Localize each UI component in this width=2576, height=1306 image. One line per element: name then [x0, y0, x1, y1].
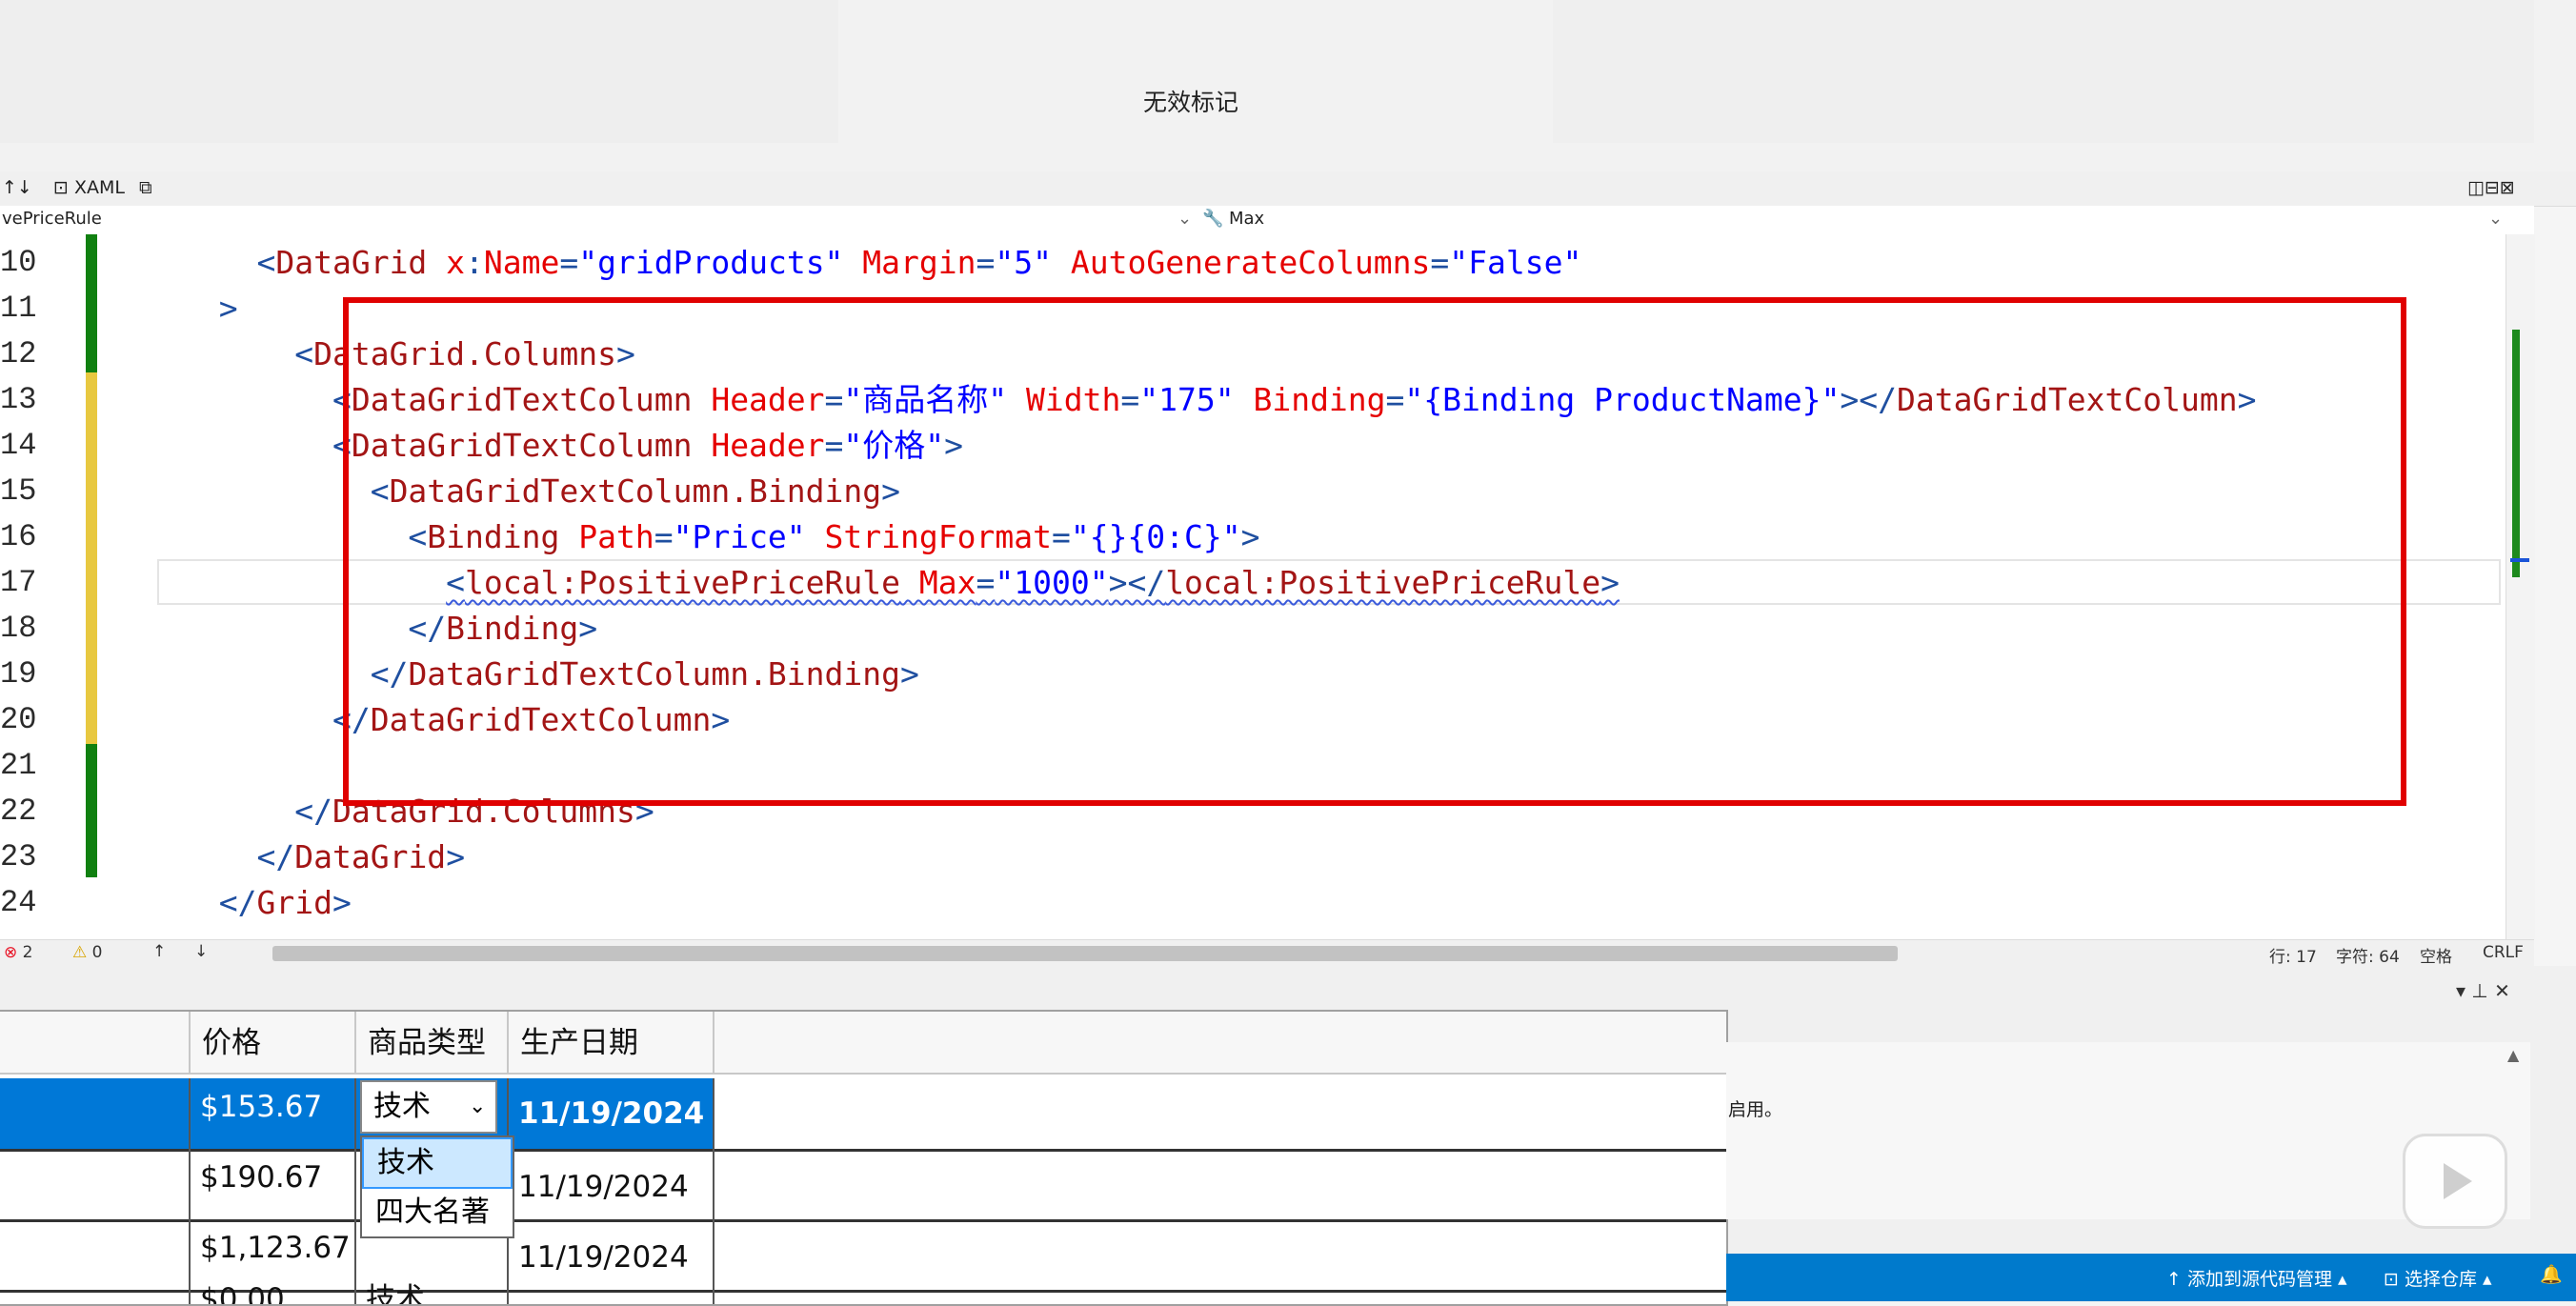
date-cell[interactable]: 11/19/2024: [509, 1078, 714, 1149]
horizontal-scrollbar[interactable]: [272, 946, 1898, 961]
name-cell[interactable]: [0, 1078, 191, 1149]
line-ending-indicator[interactable]: CRLF: [2483, 943, 2524, 962]
price-cell[interactable]: $1,123.67: [191, 1219, 356, 1290]
panel-controls[interactable]: ▾ ⊥ ✕: [2456, 979, 2510, 1002]
table-row[interactable]: $153.67 11/19/2024: [0, 1078, 1726, 1152]
column-header-price[interactable]: 价格: [191, 1012, 356, 1075]
line-number: 18: [0, 611, 37, 646]
dropdown-arrow-icon[interactable]: ⌄: [1177, 209, 1192, 229]
column-header-type[interactable]: 商品类型: [356, 1012, 509, 1075]
line-number: 21: [0, 748, 37, 783]
product-type-combobox[interactable]: 技术 ⌄: [360, 1080, 497, 1134]
combo-value: 技术: [373, 1090, 431, 1123]
split-view-icon[interactable]: ◫⊟⊠: [2467, 177, 2515, 198]
output-text: 启用。: [1728, 1099, 1783, 1120]
line-number: 17: [0, 565, 37, 600]
price-cell[interactable]: $0.00: [191, 1285, 356, 1304]
combobox-dropdown: 技术 四大名著: [360, 1135, 514, 1238]
invalid-markup-message: 无效标记: [1143, 89, 1239, 116]
line-number: 11: [0, 291, 37, 326]
warning-count[interactable]: ⚠ 0: [72, 943, 102, 962]
designer-tile: [0, 0, 838, 143]
tab-xaml[interactable]: ⊡ XAML: [53, 177, 125, 198]
editor-tab-strip: ↑↓ ⊡ XAML ⧉ ◫⊟⊠: [0, 171, 2576, 207]
code-text: >: [181, 290, 238, 327]
price-cell[interactable]: $190.67: [191, 1149, 356, 1219]
date-cell[interactable]: 11/19/2024: [509, 1149, 714, 1219]
dropdown-option[interactable]: 技术: [362, 1137, 513, 1189]
arrow-up-icon[interactable]: ↑: [152, 942, 166, 961]
navigation-bar: vePriceRule ⌄ 🔧 Max ⌄: [0, 206, 2534, 235]
editor-status-bar: ⊗ 2 ⚠ 0 ↑ ↓ 行: 17 字符: 64 空格 CRLF: [0, 939, 2534, 967]
product-data-grid[interactable]: 价格 商品类型 生产日期 $153.67 11/19/2024 $190.67 …: [0, 1010, 1728, 1306]
error-count-value: 2: [22, 943, 33, 962]
repo-label: 选择仓库: [2404, 1269, 2477, 1290]
bell-icon[interactable]: 🔔: [2540, 1263, 2563, 1285]
type-dropdown[interactable]: vePriceRule: [2, 209, 102, 229]
warning-icon: ⚠: [72, 943, 88, 962]
char-indicator: 字符: 64: [2336, 948, 2400, 967]
warning-count-value: 0: [91, 943, 103, 962]
line-number: 10: [0, 245, 37, 280]
line-number: 24: [0, 885, 37, 920]
repo-button[interactable]: ⊡ 选择仓库 ▴: [2384, 1265, 2492, 1291]
line-number: 19: [0, 656, 37, 692]
name-cell[interactable]: [0, 1290, 191, 1304]
type-cell[interactable]: 技术: [356, 1285, 509, 1304]
filler-cell: [714, 1078, 1726, 1149]
line-number: 12: [0, 336, 37, 372]
column-header-filler: [714, 1012, 1726, 1075]
tab-xaml-label: XAML: [73, 177, 125, 198]
code-text: </Grid>: [218, 884, 352, 921]
line-indicator: 行: 17: [2269, 948, 2317, 967]
line-number: 14: [0, 428, 37, 463]
price-cell[interactable]: $153.67: [191, 1078, 356, 1149]
member-dropdown[interactable]: Max: [1229, 209, 1264, 229]
code-text: </DataGrid>: [256, 838, 466, 875]
table-row[interactable]: $190.67 11/19/2024: [0, 1149, 1726, 1222]
source-control-label: 添加到源代码管理: [2186, 1269, 2332, 1290]
wrench-icon: 🔧: [1202, 209, 1224, 229]
column-header-date[interactable]: 生产日期: [509, 1012, 714, 1075]
chevron-down-icon: ⌄: [469, 1095, 487, 1118]
line-number: 16: [0, 519, 37, 554]
source-control-button[interactable]: ↑ 添加到源代码管理 ▴: [2166, 1265, 2347, 1291]
date-cell[interactable]: 11/19/2024: [509, 1219, 714, 1290]
whitespace-indicator[interactable]: 空格: [2420, 943, 2452, 967]
dropdown-option[interactable]: 四大名著: [362, 1189, 513, 1236]
scroll-up-icon[interactable]: ▲: [2507, 1046, 2519, 1064]
code-line[interactable]: 10 <DataGrid x:Name="gridProducts" Margi…: [0, 240, 2506, 286]
date-cell[interactable]: [509, 1290, 714, 1304]
line-number: 20: [0, 702, 37, 737]
bottom-status-bar: ↑ 添加到源代码管理 ▴ ⊡ 选择仓库 ▴ 🔔: [1726, 1254, 2576, 1301]
code-line[interactable]: 24 </Grid>: [0, 880, 2506, 926]
line-number: 22: [0, 794, 37, 829]
popout-icon[interactable]: ⧉: [139, 177, 152, 198]
error-icon: ⊗: [4, 943, 18, 962]
code-text: <DataGrid x:Name="gridProducts" Margin="…: [256, 244, 1582, 281]
dropdown-arrow-icon[interactable]: ⌄: [2488, 209, 2503, 229]
designer-tile: [1553, 0, 2534, 143]
swap-panes-icon[interactable]: ↑↓: [2, 177, 32, 198]
xaml-designer-surface: 无效标记: [0, 0, 2576, 171]
name-cell[interactable]: [0, 1149, 191, 1219]
line-number: 15: [0, 473, 37, 509]
code-line[interactable]: 23 </DataGrid>: [0, 834, 2506, 880]
arrow-down-icon[interactable]: ↓: [194, 942, 208, 961]
name-cell[interactable]: [0, 1219, 191, 1290]
table-row[interactable]: $0.00 技术: [0, 1285, 1726, 1304]
video-play-icon[interactable]: [2403, 1134, 2507, 1229]
column-header-name[interactable]: [0, 1012, 191, 1075]
line-number: 13: [0, 382, 37, 417]
vertical-scrollbar[interactable]: [2506, 234, 2535, 939]
line-number: 23: [0, 839, 37, 874]
error-count[interactable]: ⊗ 2: [4, 943, 32, 962]
highlight-annotation-box: [343, 297, 2406, 806]
